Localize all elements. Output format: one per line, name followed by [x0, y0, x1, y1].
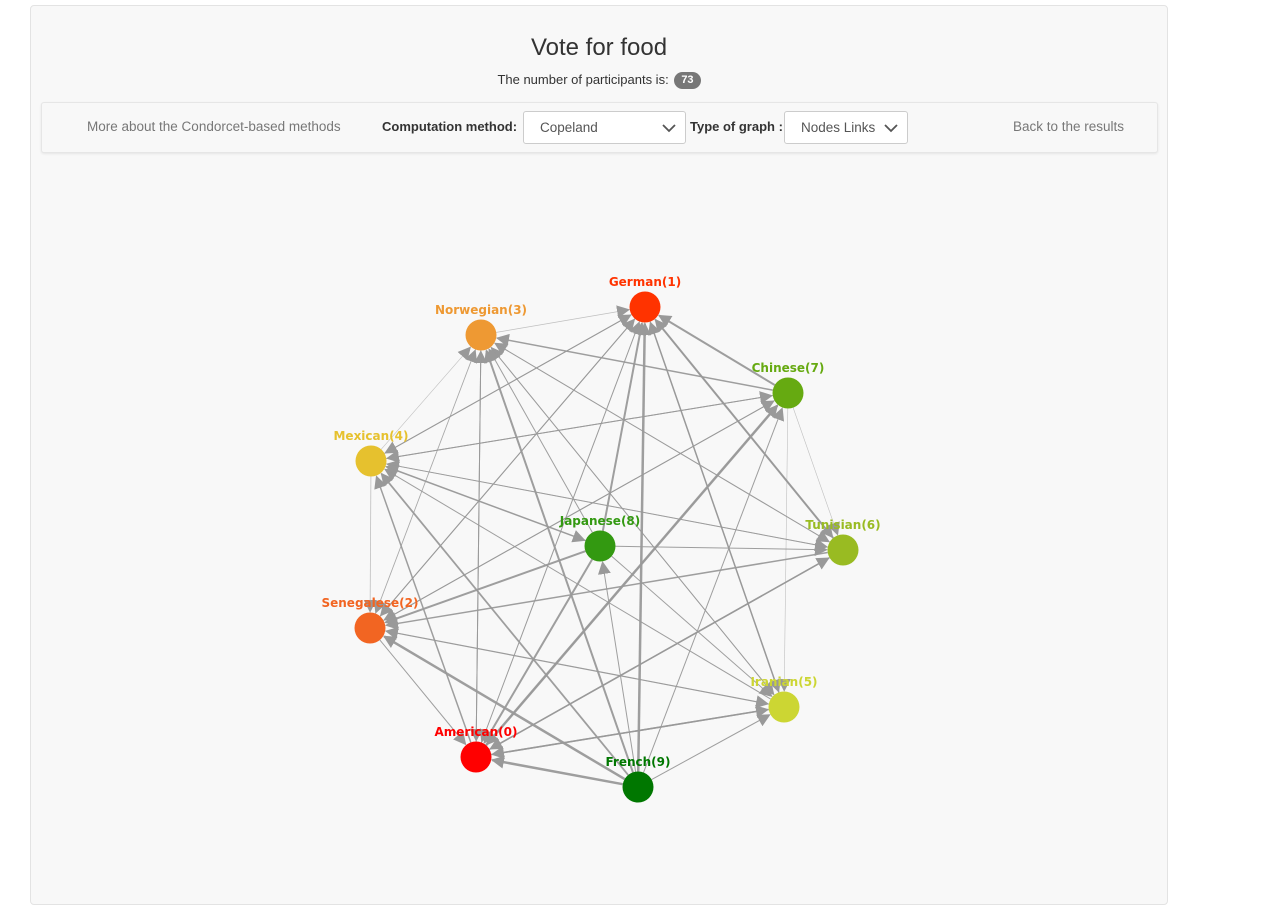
node-circle[interactable]	[629, 291, 661, 323]
edge-french-to-german	[636, 322, 652, 772]
node-circle[interactable]	[768, 691, 800, 723]
graph-node-chinese[interactable]: Chinese(7)	[752, 361, 825, 409]
node-label: French(9)	[605, 755, 670, 769]
node-label: Chinese(7)	[752, 361, 825, 375]
node-circle[interactable]	[584, 530, 616, 562]
nodes-layer: German(1) Chinese(7) Tunisian(6) Iranian(5)…	[321, 275, 881, 803]
node-label: German(1)	[609, 275, 681, 289]
graph-node-german[interactable]: German(1)	[609, 275, 681, 323]
node-circle[interactable]	[355, 445, 387, 477]
edge-german-to-mexican	[384, 314, 632, 454]
node-label: Iranian(5)	[750, 675, 817, 689]
nodes-links-graph: German(1) Chinese(7) Tunisian(6) Iranian(5)…	[321, 275, 881, 803]
edge-senegalese-to-iranian	[385, 630, 770, 709]
node-label: Tunisian(6)	[805, 518, 880, 532]
node-circle[interactable]	[465, 319, 497, 351]
node-label: American(0)	[434, 725, 517, 739]
graph-node-japanese[interactable]: Japanese(8)	[559, 514, 641, 562]
edge-norwegian-to-american	[469, 350, 483, 742]
edge-german-to-senegalese	[379, 318, 636, 617]
graph-node-french[interactable]: French(9)	[605, 755, 671, 803]
edge-chinese-to-norwegian	[495, 333, 773, 391]
node-label: Mexican(4)	[333, 429, 408, 443]
edge-japanese-to-tunisian	[615, 543, 828, 557]
node-circle[interactable]	[772, 377, 804, 409]
edge-german-to-tunisian	[654, 318, 834, 539]
edge-american-to-iranian	[491, 705, 769, 756]
edge-french-to-iranian	[651, 714, 771, 780]
graph-node-american[interactable]: American(0)	[434, 725, 518, 773]
node-circle[interactable]	[827, 534, 859, 566]
edge-german-to-iranian	[649, 321, 781, 693]
node-label: Japanese(8)	[559, 514, 641, 528]
node-label: Senegalese(2)	[321, 596, 418, 610]
graph-node-iranian[interactable]: Iranian(5)	[750, 675, 818, 723]
edge-japanese-to-iranian	[611, 555, 773, 697]
edge-french-to-american	[490, 755, 623, 786]
graph-node-norwegian[interactable]: Norwegian(3)	[435, 303, 527, 351]
graph-node-senegalese[interactable]: Senegalese(2)	[321, 596, 419, 644]
node-circle[interactable]	[354, 612, 386, 644]
node-circle[interactable]	[460, 741, 492, 773]
node-label: Norwegian(3)	[435, 303, 527, 317]
edge-japanese-to-american	[483, 558, 594, 744]
edge-french-to-japanese	[597, 561, 637, 772]
graph-node-tunisian[interactable]: Tunisian(6)	[805, 518, 881, 566]
node-circle[interactable]	[622, 771, 654, 803]
edge-american-to-chinese	[485, 404, 779, 747]
graph-node-mexican[interactable]: Mexican(4)	[333, 429, 409, 477]
edge-mexican-to-chinese	[386, 391, 773, 459]
edge-mexican-to-senegalese	[363, 476, 377, 613]
